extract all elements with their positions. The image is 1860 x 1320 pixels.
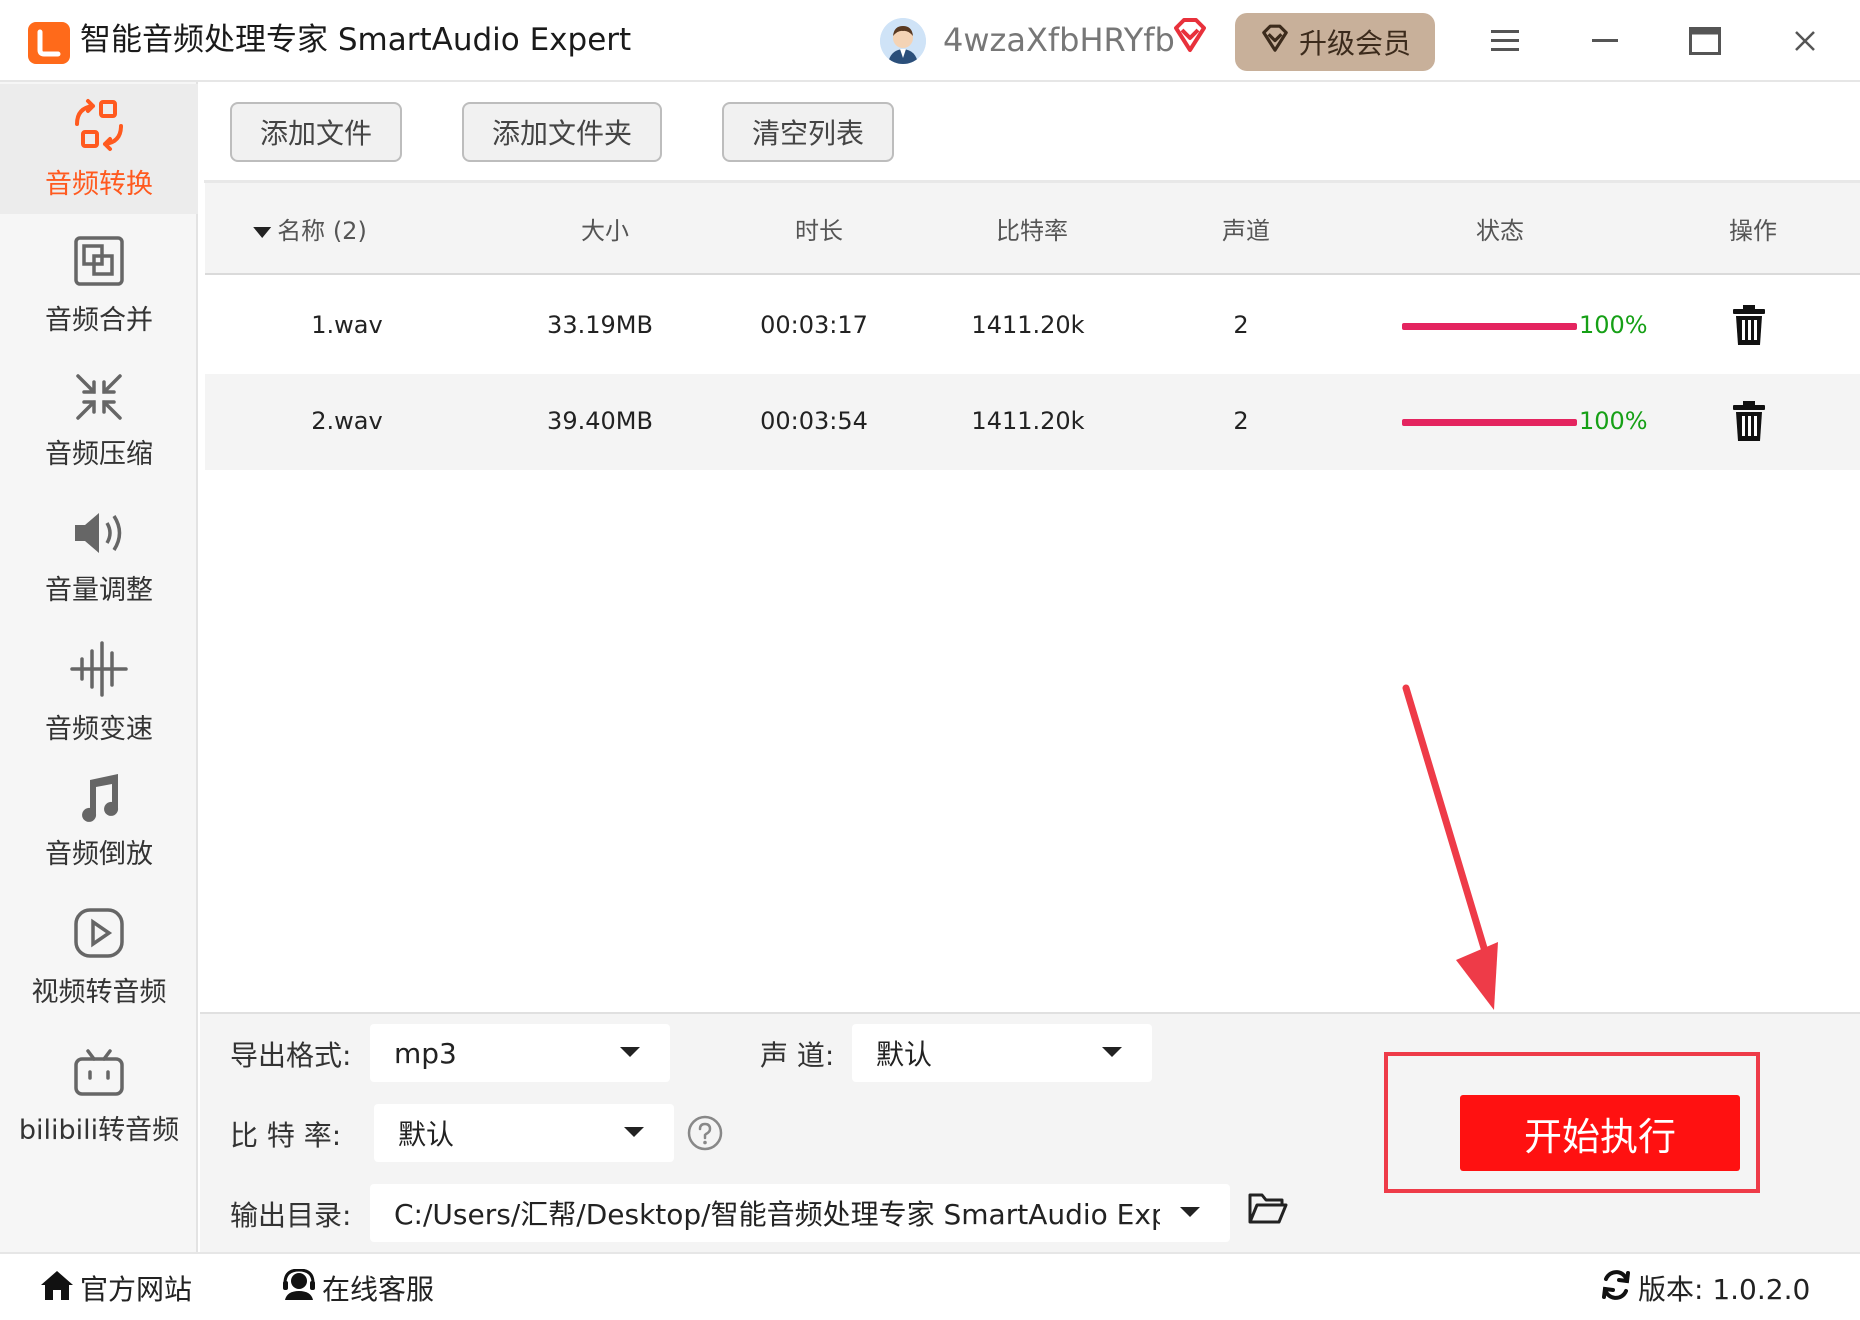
sort-down-icon	[253, 226, 272, 238]
help-icon[interactable]	[687, 1115, 723, 1151]
file-bitrate: 1411.20k	[971, 311, 1085, 339]
sidebar-item-label: 视频转音频	[31, 976, 167, 1008]
video-play-icon	[72, 906, 126, 964]
vip-diamond-icon	[1259, 23, 1291, 62]
sidebar-item-label: 音频压缩	[45, 438, 153, 470]
bitrate-value: 默认	[398, 1118, 455, 1151]
sidebar-item-audio-reverse[interactable]: 音频倒放	[0, 756, 198, 886]
format-label: 导出格式:	[230, 1039, 352, 1072]
output-dir-select[interactable]: C:/Users/汇帮/Desktop/智能音频处理专家 SmartAudio …	[370, 1184, 1230, 1242]
column-header-name[interactable]: 名称 (2)	[253, 211, 367, 246]
sidebar-item-audio-speed[interactable]: 音频变速	[0, 628, 198, 758]
sidebar: 音频转换 音频合并 音频压缩 音量调整 音频变速 音频倒放 视频转音频 bili…	[0, 82, 198, 1252]
footer: 官方网站 在线客服 版本: 1.0.2.0	[0, 1252, 1860, 1320]
status-percent: 100%	[1579, 407, 1648, 435]
online-support-link[interactable]: 在线客服	[282, 1267, 434, 1308]
folder-open-icon[interactable]	[1248, 1192, 1288, 1228]
column-header-actions: 操作	[1729, 217, 1777, 245]
sidebar-item-audio-compress[interactable]: 音频压缩	[0, 356, 198, 486]
channel-label: 声 道:	[760, 1039, 835, 1072]
progress-bar	[1402, 323, 1577, 330]
delete-trash-icon[interactable]	[1732, 401, 1766, 441]
chevron-down-icon	[620, 1047, 640, 1057]
chevron-down-icon	[1102, 1047, 1122, 1057]
file-duration: 00:03:54	[760, 407, 868, 435]
file-name: 2.wav	[311, 407, 383, 435]
volume-icon	[71, 508, 127, 562]
column-header-channels: 声道	[1222, 217, 1270, 245]
format-select[interactable]: mp3	[370, 1024, 670, 1082]
file-size: 39.40MB	[547, 407, 653, 435]
clear-list-button[interactable]: 清空列表	[722, 102, 894, 162]
bitrate-label: 比 特 率:	[230, 1119, 342, 1152]
add-folder-button[interactable]: 添加文件夹	[462, 102, 662, 162]
output-dir-value: C:/Users/汇帮/Desktop/智能音频处理专家 SmartAudio …	[394, 1198, 1160, 1231]
delete-trash-icon[interactable]	[1732, 305, 1766, 345]
avatar[interactable]	[880, 18, 926, 64]
column-header-size: 大小	[581, 217, 629, 245]
start-execute-button[interactable]: 开始执行	[1460, 1095, 1740, 1171]
headset-icon	[282, 1267, 316, 1308]
column-header-bitrate: 比特率	[996, 217, 1068, 245]
output-dir-label: 输出目录:	[230, 1199, 352, 1232]
sidebar-item-label: bilibili转音频	[18, 1114, 180, 1146]
minimize-icon[interactable]	[1580, 18, 1630, 64]
channel-value: 默认	[876, 1038, 933, 1071]
username: 4wzaXfbHRYfb	[943, 21, 1175, 59]
sidebar-item-label: 音频转换	[45, 168, 153, 200]
sidebar-item-label: 音量调整	[45, 574, 153, 606]
format-value: mp3	[394, 1036, 457, 1070]
speed-icon	[70, 640, 128, 701]
upgrade-vip-button[interactable]: 升级会员	[1235, 13, 1435, 71]
upgrade-label: 升级会员	[1298, 27, 1411, 60]
sidebar-item-audio-merge[interactable]: 音频合并	[0, 220, 198, 350]
sidebar-item-label: 音频倒放	[45, 838, 153, 870]
merge-icon	[72, 234, 126, 292]
home-icon	[40, 1269, 74, 1308]
column-header-duration: 时长	[795, 217, 843, 245]
convert-icon	[69, 98, 129, 156]
version-info: 版本: 1.0.2.0	[1600, 1268, 1810, 1308]
title-bar: 智能音频处理专家 SmartAudio Expert 4wzaXfbHRYfb …	[0, 0, 1860, 82]
chevron-down-icon	[624, 1127, 644, 1137]
vip-diamond-icon	[1170, 16, 1210, 56]
status-percent: 100%	[1579, 311, 1648, 339]
sidebar-item-label: 音频合并	[45, 304, 153, 336]
chevron-down-icon	[1180, 1207, 1200, 1217]
file-size: 33.19MB	[547, 311, 653, 339]
bilibili-tv-icon	[72, 1048, 126, 1102]
compress-icon	[74, 372, 124, 426]
progress-bar	[1402, 419, 1577, 426]
file-duration: 00:03:17	[760, 311, 868, 339]
refresh-icon	[1600, 1269, 1632, 1308]
file-name: 1.wav	[311, 311, 383, 339]
annotation-arrow	[1402, 684, 1498, 1010]
sidebar-item-volume-adjust[interactable]: 音量调整	[0, 492, 198, 622]
table-header: 名称 (2) 大小 时长 比特率 声道 状态 操作	[205, 183, 1860, 275]
maximize-icon[interactable]	[1680, 18, 1730, 64]
file-channels: 2	[1233, 311, 1249, 339]
bitrate-select[interactable]: 默认	[374, 1104, 674, 1162]
sidebar-item-audio-convert[interactable]: 音频转换	[0, 84, 198, 214]
sidebar-item-video-to-audio[interactable]: 视频转音频	[0, 892, 198, 1022]
file-bitrate: 1411.20k	[971, 407, 1085, 435]
channel-select[interactable]: 默认	[852, 1024, 1152, 1082]
column-header-status: 状态	[1476, 217, 1524, 245]
sidebar-item-label: 音频变速	[45, 713, 153, 745]
add-file-button[interactable]: 添加文件	[230, 102, 402, 162]
reverse-music-icon	[76, 772, 122, 826]
close-icon[interactable]	[1780, 18, 1830, 64]
file-channels: 2	[1233, 407, 1249, 435]
menu-icon[interactable]	[1480, 18, 1530, 64]
app-title: 智能音频处理专家 SmartAudio Expert	[80, 22, 632, 58]
sidebar-item-bilibili-to-audio[interactable]: bilibili转音频	[0, 1032, 198, 1162]
app-logo-icon	[28, 22, 70, 64]
official-website-link[interactable]: 官方网站	[40, 1268, 192, 1308]
